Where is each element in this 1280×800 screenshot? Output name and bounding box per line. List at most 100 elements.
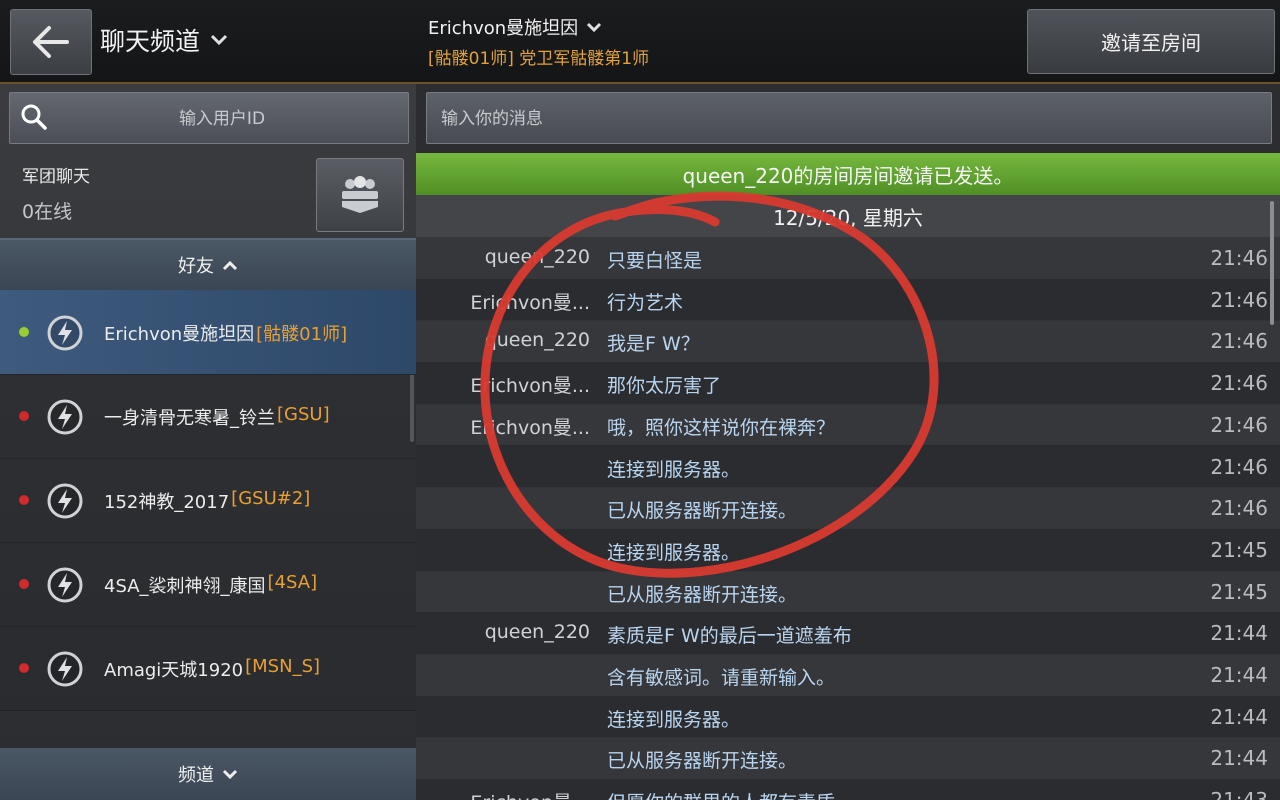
invite-sent-notice: queen_220的房间房间邀请已发送。 [416, 153, 1280, 195]
message-timestamp: 21:46 [1210, 371, 1268, 396]
chat-message-row[interactable]: queen_220 素质是F W的最后一道遮羞布 21:44 [416, 612, 1280, 655]
message-sender[interactable]: Erichvon曼... [430, 288, 590, 315]
chat-message-row[interactable]: queen_220 我是F W？ 21:46 [416, 320, 1280, 364]
invite-to-room-button[interactable]: 邀请至房间 [1027, 9, 1275, 74]
legion-chat-button[interactable] [316, 158, 404, 232]
channel-title: 聊天频道 [100, 27, 201, 56]
friend-legion-tag: [4SA] [267, 572, 318, 593]
offline-status-dot [19, 579, 29, 589]
chat-message-row[interactable]: 连接到服务器。 21:45 [416, 528, 1280, 572]
top-bar: 聊天频道 Erichvon曼施坦因 [骷髅01师] 党卫军骷髅第1师 邀请至房间 [0, 0, 1280, 84]
message-sender[interactable]: Erichvon曼... [430, 371, 590, 398]
lightning-badge-icon [47, 399, 83, 435]
legion-group-icon [342, 176, 378, 213]
legion-online-count: 0在线 [22, 201, 73, 223]
message-sender[interactable]: queen_220 [430, 329, 590, 351]
legion-chat-title: 军团聊天 [22, 167, 90, 187]
message-timestamp: 21:44 [1210, 621, 1268, 646]
message-timestamp: 21:44 [1210, 704, 1268, 729]
online-status-dot [19, 327, 29, 337]
friend-name: 4SA_裟刺神翎_康国 [104, 576, 266, 597]
chat-partner-header[interactable]: Erichvon曼施坦因 [骷髅01师] 党卫军骷髅第1师 [428, 14, 649, 69]
friend-row[interactable]: 152神教_2017 [GSU#2] [0, 458, 416, 543]
legion-chat-info[interactable]: 军团聊天 0在线 [22, 162, 90, 224]
back-arrow-icon [33, 26, 69, 58]
message-timestamp: 21:46 [1210, 287, 1268, 312]
back-button[interactable] [10, 9, 92, 75]
message-timestamp: 21:46 [1210, 246, 1268, 270]
offline-status-dot [19, 663, 29, 673]
date-separator: 12/5/20, 星期六 [416, 195, 1280, 237]
message-timestamp: 21:44 [1210, 746, 1268, 771]
message-timestamp: 21:46 [1210, 496, 1268, 521]
chat-message-row[interactable]: Erichvon曼... 但愿你的群里的人都有素质 21:43 [416, 779, 1280, 800]
friend-name: Erichvon曼施坦因 [104, 324, 255, 345]
friend-legion-tag: [GSU] [277, 404, 330, 425]
friend-row[interactable]: 一身清骨无寒暑_铃兰 [GSU] [0, 374, 416, 459]
chat-partner-legion: [骷髅01师] 党卫军骷髅第1师 [428, 49, 650, 69]
chat-partner-name: Erichvon曼施坦因 [428, 18, 579, 39]
friend-legion-tag: [MSN_S] [245, 656, 321, 677]
message-text: 连接到服务器。 [607, 541, 741, 564]
chat-message-row[interactable]: Erichvon曼... 行为艺术 21:46 [416, 278, 1280, 322]
message-sender[interactable]: queen_220 [430, 246, 590, 268]
user-search-box [9, 92, 409, 145]
lightning-badge-icon [47, 651, 83, 687]
message-sender[interactable]: Erichvon曼... [430, 413, 590, 440]
message-timestamp: 21:46 [1210, 329, 1268, 354]
message-text: 连接到服务器。 [607, 458, 741, 481]
message-text: 只要白怪是 [607, 250, 703, 272]
message-input[interactable] [439, 93, 1263, 145]
friend-name: 一身清骨无寒暑_铃兰 [104, 408, 275, 429]
message-sender[interactable]: Erichvon曼... [430, 788, 590, 800]
chat-message-row[interactable]: 连接到服务器。 21:44 [416, 695, 1280, 739]
friend-row[interactable]: Amagi天城1920 [MSN_S] [0, 626, 416, 711]
chat-scrollbar[interactable] [1270, 201, 1274, 325]
offline-status-dot [19, 495, 29, 505]
message-text: 但愿你的群里的人都有素质 [607, 788, 835, 800]
message-text: 含有敏感词。请重新输入。 [607, 667, 836, 689]
friend-row[interactable]: Erichvon曼施坦因 [骷髅01师] [0, 290, 416, 375]
chat-message-row[interactable]: 已从服务器断开连接。 21:44 [416, 737, 1280, 781]
message-timestamp: 21:45 [1210, 579, 1268, 604]
chat-message-row[interactable]: 含有敏感词。请重新输入。 21:44 [416, 654, 1280, 697]
message-text: 素质是F W的最后一道遮羞布 [607, 625, 852, 648]
chat-message-row[interactable]: queen_220 只要白怪是 21:46 [416, 237, 1280, 280]
message-text: 我是F W？ [607, 333, 700, 356]
lightning-badge-icon [47, 483, 83, 519]
friends-header-label: 好友 [178, 256, 214, 277]
search-icon [21, 104, 47, 130]
channel-selector[interactable]: 聊天频道 [100, 22, 228, 58]
message-sender[interactable]: queen_220 [430, 621, 590, 643]
friend-name: Amagi天城1920 [104, 660, 244, 681]
lightning-badge-icon [47, 567, 83, 603]
message-timestamp: 21:46 [1210, 412, 1268, 437]
message-text: 已从服务器断开连接。 [607, 583, 798, 606]
message-timestamp: 21:46 [1210, 454, 1268, 479]
friend-row[interactable]: 4SA_裟刺神翎_康国 [4SA] [0, 542, 416, 627]
message-text: 已从服务器断开连接。 [607, 750, 798, 773]
friend-legion-tag: [骷髅01师] [256, 324, 348, 345]
message-timestamp: 21:44 [1210, 663, 1268, 687]
chat-message-row[interactable]: 已从服务器断开连接。 21:46 [416, 487, 1280, 530]
message-input-box [426, 92, 1272, 145]
chevron-down-icon [587, 22, 602, 32]
chat-message-row[interactable]: Erichvon曼... 那你太厉害了 21:46 [416, 362, 1280, 405]
lightning-badge-icon [47, 315, 83, 351]
message-timestamp: 21:45 [1210, 537, 1268, 562]
message-text: 哦，照你这样说你在裸奔？ [607, 416, 836, 439]
channels-header-label: 频道 [178, 765, 214, 786]
message-timestamp: 21:43 [1210, 788, 1268, 800]
user-id-input[interactable] [50, 93, 394, 145]
chevron-down-icon [222, 769, 238, 779]
chat-message-row[interactable]: 已从服务器断开连接。 21:45 [416, 570, 1280, 614]
friend-list: Erichvon曼施坦因 [骷髅01师] 一身清骨无寒暑_铃兰 [GSU] 152神… [0, 290, 416, 748]
channels-section-toggle[interactable]: 频道 [0, 748, 416, 800]
chat-message-row[interactable]: Erichvon曼... 哦，照你这样说你在裸奔？ 21:46 [416, 403, 1280, 447]
chat-message-row[interactable]: 连接到服务器。 21:46 [416, 445, 1280, 489]
message-text: 那你太厉害了 [607, 375, 722, 398]
friends-section-toggle[interactable]: 好友 [0, 238, 416, 290]
message-text: 连接到服务器。 [607, 708, 741, 731]
contacts-panel: 军团聊天 0在线 好友 Erichvon曼施坦因 [骷髅01师]一身清骨无寒暑_… [0, 84, 416, 800]
offline-status-dot [19, 411, 29, 421]
